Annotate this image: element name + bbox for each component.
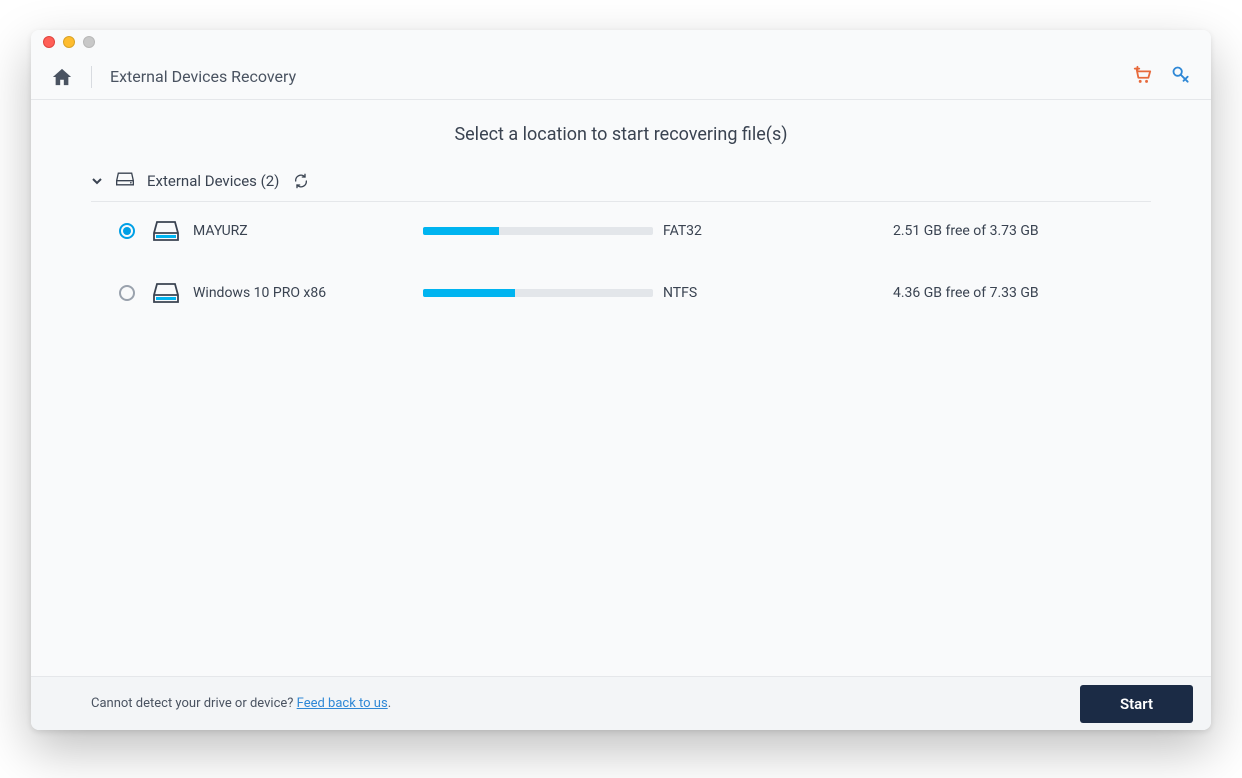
refresh-icon xyxy=(293,173,309,189)
footer-text-prefix: Cannot detect your drive or device? xyxy=(91,696,297,711)
start-button[interactable]: Start xyxy=(1080,685,1193,723)
window-minimize-button[interactable] xyxy=(63,36,75,48)
toolbar: External Devices Recovery xyxy=(31,54,1211,100)
device-free-space: 4.36 GB free of 7.33 GB xyxy=(893,285,1151,301)
window-close-button[interactable] xyxy=(43,36,55,48)
window-maximize-button[interactable] xyxy=(83,36,95,48)
device-radio[interactable] xyxy=(119,223,135,239)
footer: Cannot detect your drive or device? Feed… xyxy=(31,676,1211,730)
instruction-heading: Select a location to start recovering fi… xyxy=(91,124,1151,145)
cart-icon xyxy=(1131,65,1153,85)
device-name: MAYURZ xyxy=(193,223,423,239)
key-icon xyxy=(1171,65,1191,85)
device-row[interactable]: MAYURZ FAT322.51 GB free of 3.73 GB xyxy=(91,202,1151,260)
toolbar-divider xyxy=(91,66,92,88)
device-radio[interactable] xyxy=(119,285,135,301)
drive-group-icon xyxy=(115,171,135,191)
toolbar-actions xyxy=(1131,65,1191,89)
footer-text-suffix: . xyxy=(388,696,391,711)
titlebar xyxy=(31,30,1211,54)
content-area: Select a location to start recovering fi… xyxy=(31,100,1211,676)
group-header-external-devices[interactable]: External Devices (2) xyxy=(91,167,1151,202)
device-filesystem: NTFS xyxy=(663,285,893,301)
device-row[interactable]: Windows 10 PRO x86 NTFS4.36 GB free of 7.… xyxy=(91,264,1151,322)
activate-button[interactable] xyxy=(1171,65,1191,89)
app-window: External Devices Recovery Select a locat… xyxy=(31,30,1211,730)
page-title: External Devices Recovery xyxy=(110,67,296,86)
refresh-button[interactable] xyxy=(293,173,309,189)
device-filesystem: FAT32 xyxy=(663,223,893,239)
drive-icon xyxy=(153,220,179,242)
footer-text: Cannot detect your drive or device? Feed… xyxy=(91,696,391,711)
device-name: Windows 10 PRO x86 xyxy=(193,285,423,301)
device-free-space: 2.51 GB free of 3.73 GB xyxy=(893,223,1151,239)
home-button[interactable] xyxy=(51,67,73,87)
cart-button[interactable] xyxy=(1131,65,1153,89)
device-usage-bar xyxy=(423,227,663,235)
feedback-link[interactable]: Feed back to us xyxy=(297,696,388,711)
drive-icon xyxy=(153,282,179,304)
chevron-down-icon xyxy=(91,175,103,187)
group-label: External Devices (2) xyxy=(147,172,279,190)
device-usage-bar xyxy=(423,289,663,297)
home-icon xyxy=(51,67,73,87)
device-list: MAYURZ FAT322.51 GB free of 3.73 GB Window… xyxy=(91,202,1151,322)
